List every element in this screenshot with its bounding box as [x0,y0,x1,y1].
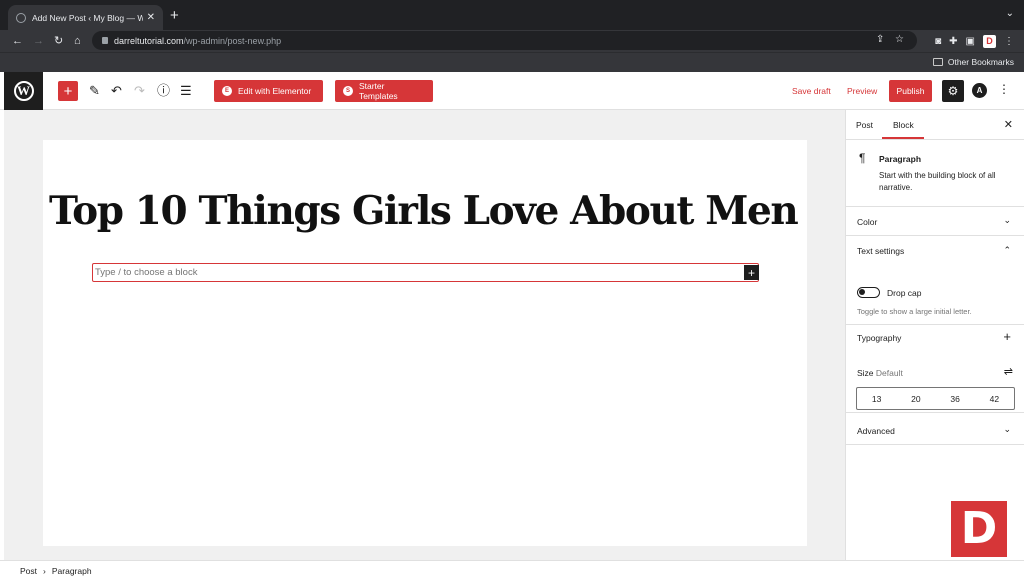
advanced-title: Advanced [857,426,895,436]
starter-templates-label: Starter Templates [358,81,398,101]
puzzle-icon[interactable]: ✚ [949,36,957,47]
publish-button[interactable]: Publish [889,80,932,102]
browser-toolbar: ← → ↻ ⌂ darreltutorial.com/wp-admin/post… [0,30,1024,52]
typography-title: Typography [857,333,902,343]
sliders-icon[interactable]: ⇌ [1004,365,1013,378]
editor-canvas: Top 10 Things Girls Love About Men Type … [4,110,845,560]
drop-cap-label: Drop cap [887,288,922,298]
chevron-down-icon[interactable]: ⌄ [1003,424,1011,435]
close-tab-icon[interactable]: ✕ [147,12,155,23]
astra-icon[interactable]: A [972,83,987,98]
other-bookmarks-label: Other Bookmarks [947,57,1014,67]
active-tab-indicator [882,137,924,139]
size-label-text: Size [857,368,874,378]
wordpress-logo[interactable]: W [4,72,43,110]
block-card-description: Start with the building block of all nar… [879,171,996,192]
drop-cap-toggle[interactable] [857,287,880,298]
size-label: Size Default [857,368,903,378]
editor-header: W + ✎ ↶ ↷ ⓘ ☰ E Edit with Elementor S St… [0,72,1024,110]
logo-letter: D [960,503,998,554]
wordpress-icon: W [13,81,34,101]
elementor-icon: E [222,86,232,96]
close-icon[interactable]: ✕ [1004,118,1013,131]
globe-icon [16,12,26,23]
tab-bar: Add New Post ‹ My Blog — Wo… ✕ + ⌄ [0,0,1024,30]
size-option[interactable]: 42 [975,388,1014,409]
tab-block[interactable]: Block [893,120,914,130]
color-panel[interactable]: Color ⌄ [846,207,1024,236]
redo-icon[interactable]: ↷ [134,82,145,100]
info-icon[interactable]: ⓘ [157,82,170,100]
browser-tab[interactable]: Add New Post ‹ My Blog — Wo… ✕ [8,5,163,30]
url-host: darreltutorial.com [114,35,184,46]
save-draft-button[interactable]: Save draft [792,86,831,96]
settings-sidebar: Post Block ✕ ¶ Paragraph Start with the … [845,110,1024,560]
camera-icon[interactable]: ◙ [935,36,941,47]
tab-title: Add New Post ‹ My Blog — Wo… [32,12,143,23]
tab-post[interactable]: Post [856,120,873,130]
block-card: ¶ Paragraph Start with the building bloc… [846,141,1024,207]
lock-icon [102,37,108,44]
block-placeholder: Type / to choose a block [95,267,198,278]
font-size-picker: 13 20 36 42 [856,387,1015,410]
block-card-title: Paragraph [879,154,922,164]
folder-icon [932,58,943,66]
inserter-plus-icon[interactable]: + [744,265,759,280]
editor-page: Top 10 Things Girls Love About Men Type … [43,140,807,546]
reload-icon[interactable]: ↻ [54,33,63,49]
home-icon[interactable]: ⌂ [74,33,81,49]
list-view-icon[interactable]: ☰ [180,82,192,100]
text-settings-panel: Text settings ⌃ Drop cap Toggle to show … [846,236,1024,325]
paragraph-block[interactable]: Type / to choose a block + [92,263,759,282]
forward-icon[interactable]: → [33,33,44,49]
typography-panel: Typography + Size Default ⇌ 13 20 36 42 [846,325,1024,413]
new-tab-icon[interactable]: + [170,8,179,23]
preview-button[interactable]: Preview [847,86,877,96]
star-icon[interactable]: ☆ [895,34,904,45]
sidebar-tabs: Post Block ✕ [846,110,1024,140]
other-bookmarks[interactable]: Other Bookmarks [932,57,1014,67]
text-settings-title[interactable]: Text settings [857,246,904,256]
elementor-label: Edit with Elementor [238,86,312,96]
undo-icon[interactable]: ↶ [111,82,122,100]
size-option[interactable]: 20 [896,388,935,409]
sidebar-icon[interactable]: ▣ [966,36,975,47]
chevron-down-icon[interactable]: ⌄ [1003,215,1011,226]
add-block-button[interactable]: + [58,81,78,101]
post-title[interactable]: Top 10 Things Girls Love About Men [49,188,799,234]
starter-templates-button[interactable]: S Starter Templates [335,80,433,102]
color-panel-title: Color [857,217,878,227]
more-options-icon[interactable]: ⋮ [998,82,1010,96]
address-bar[interactable]: darreltutorial.com/wp-admin/post-new.php [92,31,917,50]
url-path: /wp-admin/post-new.php [183,35,282,46]
size-option[interactable]: 36 [936,388,975,409]
browser-chrome: Add New Post ‹ My Blog — Wo… ✕ + ⌄ ← → ↻… [0,0,1024,72]
share-icon[interactable]: ⇪ [876,34,884,45]
advanced-panel[interactable]: Advanced ⌄ [846,413,1024,445]
add-typography-icon[interactable]: + [1003,329,1011,344]
extension-d-icon[interactable]: D [983,34,996,48]
chevron-down-icon[interactable]: ⌄ [1006,8,1014,19]
menu-icon[interactable]: ⋮ [1004,36,1014,47]
breadcrumb-separator-icon: › [43,565,46,576]
chevron-up-icon[interactable]: ⌃ [1003,245,1011,256]
breadcrumb-paragraph[interactable]: Paragraph [52,566,92,576]
edit-with-elementor-button[interactable]: E Edit with Elementor [214,80,323,102]
drop-cap-help: Toggle to show a large initial letter. [857,307,972,316]
breadcrumb: Post › Paragraph [0,560,1024,580]
paragraph-icon: ¶ [859,151,866,165]
back-icon[interactable]: ← [12,33,23,49]
breadcrumb-post[interactable]: Post [20,566,37,576]
toggle-knob [859,289,865,295]
pencil-icon[interactable]: ✎ [89,82,100,100]
size-option[interactable]: 13 [857,388,896,409]
darrel-logo: D [951,501,1007,557]
starter-templates-icon: S [343,86,353,96]
bookmarks-bar: Other Bookmarks [0,52,1024,72]
size-value: Default [875,368,903,378]
settings-gear-button[interactable]: ⚙ [942,80,964,102]
extensions-area: ◙ ✚ ▣ D ⋮ [914,30,1014,52]
